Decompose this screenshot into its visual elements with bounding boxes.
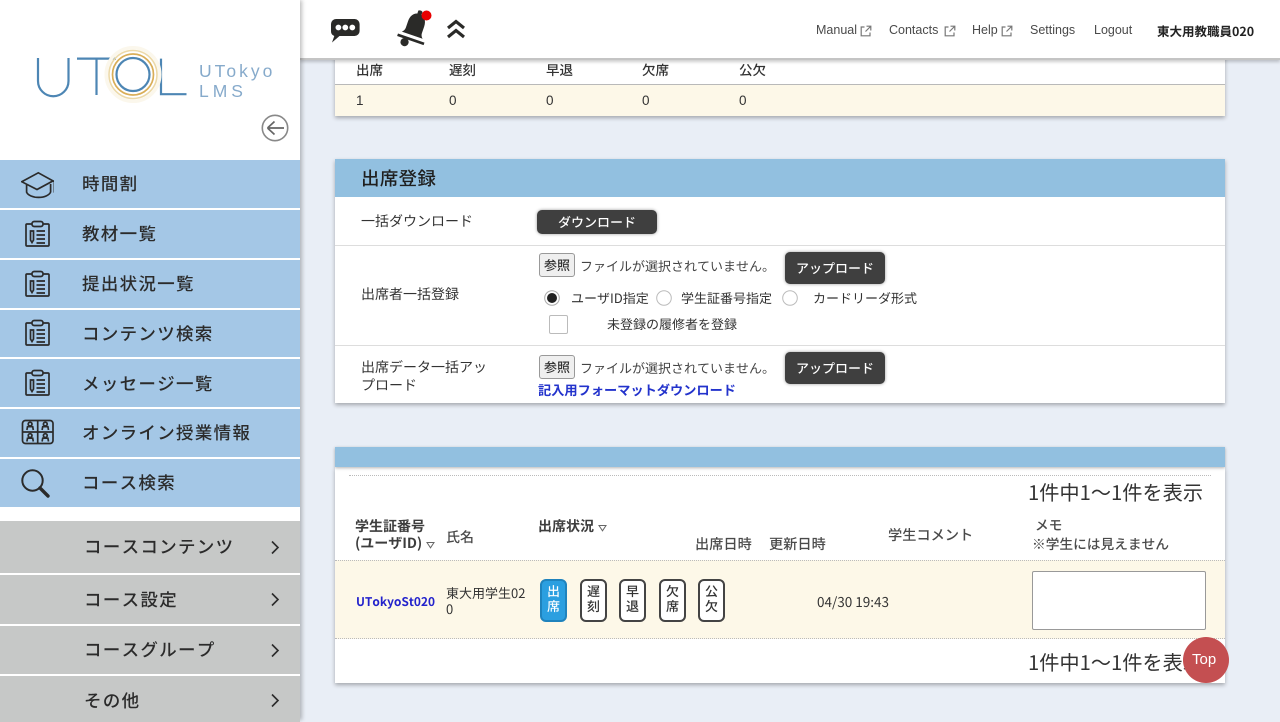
svg-text:UTokyo: UTokyo: [199, 61, 275, 81]
svg-text:LMS: LMS: [199, 81, 247, 101]
